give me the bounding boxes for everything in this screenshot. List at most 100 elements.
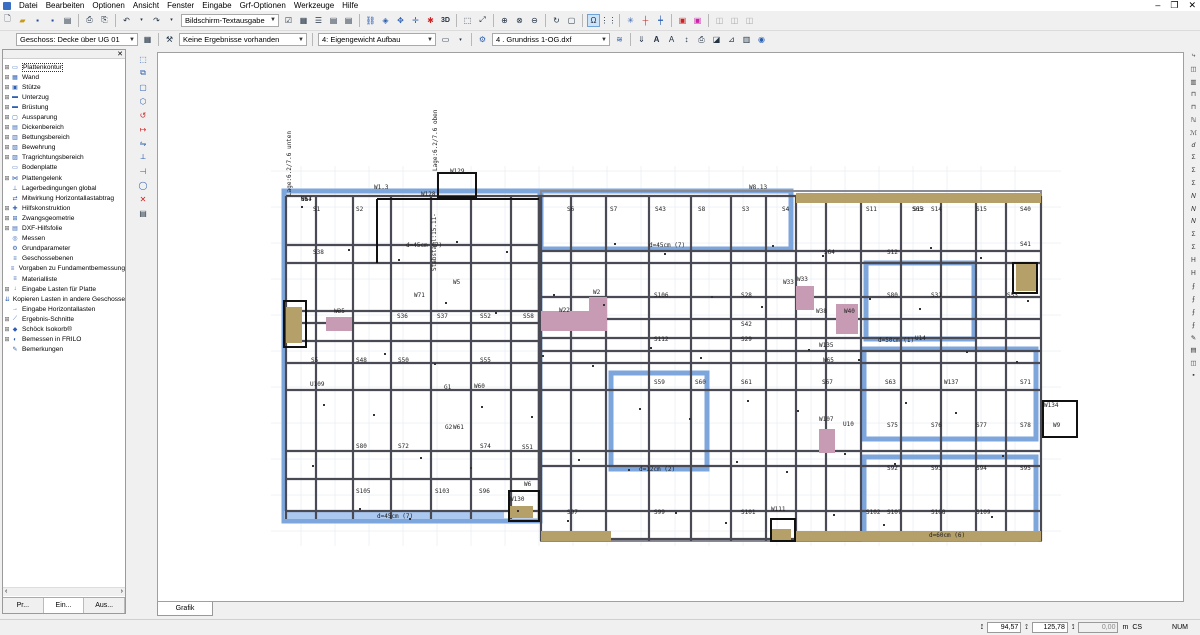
report-icon[interactable]: ▤ (342, 14, 355, 27)
expand-icon[interactable]: ⊞ (3, 316, 11, 323)
tree-item[interactable]: ◎ Messen (3, 234, 125, 244)
export-icon[interactable]: ▤ (61, 14, 74, 27)
tree-item[interactable]: ⊞ ▬ Brüstung (3, 102, 125, 112)
disabled-tool-icon[interactable]: ◫ (728, 14, 741, 27)
expand-icon[interactable]: ⊞ (3, 144, 11, 151)
tool-extend-icon[interactable]: ⊣ (137, 165, 150, 178)
horizontal-scrollbar[interactable]: ‹ › (3, 587, 125, 596)
palette-tool-icon[interactable]: 𝑁 (1187, 218, 1200, 231)
tree-item[interactable]: ▭ Bodenplatte (3, 163, 125, 173)
fill-icon[interactable]: ◪ (710, 33, 723, 46)
tool-move-icon[interactable]: ↦ (137, 123, 150, 136)
output-view-select[interactable]: Bildschirm-Textausgabe ▼ (181, 13, 279, 27)
calculator-icon[interactable]: ▦ (141, 33, 154, 46)
expand-icon[interactable]: ⊞ (3, 336, 11, 343)
menu-eingabe[interactable]: Eingabe (198, 0, 235, 11)
menu-bearbeiten[interactable]: Bearbeiten (42, 0, 89, 11)
print-area-icon[interactable]: ⎙ (695, 33, 708, 46)
layer-pink-icon[interactable]: ▣ (691, 14, 704, 27)
palette-tool-icon[interactable]: ⤷ (1187, 52, 1200, 65)
palette-tool-icon[interactable]: ℳ (1187, 129, 1200, 142)
menu-grf-optionen[interactable]: Grf-Optionen (236, 0, 290, 11)
palette-tool-icon[interactable]: ⨍ (1187, 282, 1200, 295)
disabled-tool-icon[interactable]: ◫ (743, 14, 756, 27)
menu-datei[interactable]: Datei (15, 0, 42, 11)
marker-icon[interactable]: ◉ (755, 33, 768, 46)
tool-properties-icon[interactable]: ▤ (137, 207, 150, 220)
graphics-canvas[interactable]: W1.3 W8.13 W128 W129 S1 S2 S6 S7 S43 S8 S3 S4 d=45cm… (157, 52, 1184, 602)
disabled-tool-icon[interactable]: ◫ (713, 14, 726, 27)
expand-icon[interactable]: ⊞ (3, 74, 11, 81)
tool-frame-icon[interactable]: ▢ (137, 81, 150, 94)
tree-item[interactable]: ⊞ ▢ Aussparung (3, 112, 125, 122)
chart-icon[interactable]: ▥ (740, 33, 753, 46)
close-icon[interactable]: ✕ (117, 50, 123, 58)
refresh-icon[interactable]: ↻ (550, 14, 563, 27)
palette-tool-icon[interactable]: ⨍ (1187, 295, 1200, 308)
tree-item[interactable]: ⊞ ▧ Bewehrung (3, 143, 125, 153)
tab-input[interactable]: Ein... (43, 598, 85, 613)
undo-icon[interactable]: ↶ (120, 14, 133, 27)
expand-icon[interactable]: ⊞ (3, 326, 11, 333)
tree-item[interactable]: ≡ Vorgaben zu Fundamentbemessung (3, 264, 125, 274)
tree-item[interactable]: → Eingabe Horizontallasten (3, 304, 125, 314)
palette-tool-icon[interactable]: Σ (1187, 180, 1200, 193)
palette-tool-icon[interactable]: Ꮋ (1187, 270, 1200, 283)
palette-tool-icon[interactable]: Σ (1187, 231, 1200, 244)
print-preview-icon[interactable]: ⎘ (98, 14, 111, 27)
results-select[interactable]: Keine Ergebnisse vorhanden ▼ (179, 33, 307, 46)
floor-plan-drawing[interactable]: W1.3 W8.13 W128 W129 S1 S2 S6 S7 S43 S8 S3 S4 d=45cm… (158, 53, 1183, 601)
tree-item[interactable]: ⊞ ▤ DXF-Hilfsfolie (3, 224, 125, 234)
floor-select[interactable]: Geschoss: Decke über UG 01 ▼ (16, 33, 138, 46)
tree-item[interactable]: ⊞ ⟋ Ergebnis-Schnitte (3, 314, 125, 324)
tree-item[interactable]: ⊞ ▬ Unterzug (3, 92, 125, 102)
axis-icon[interactable]: ┼ (639, 14, 652, 27)
tool-copy-icon[interactable]: ⧉ (137, 67, 150, 80)
palette-tool-icon[interactable]: ✎ (1187, 334, 1200, 347)
expand-icon[interactable]: ⊞ (3, 94, 11, 101)
settings-gear-icon[interactable]: ⚙ (476, 33, 489, 46)
menu-werkzeuge[interactable]: Werkzeuge (290, 0, 338, 11)
chevron-left-icon[interactable]: ‹ (5, 588, 7, 596)
menu-optionen[interactable]: Optionen (88, 0, 128, 11)
menu-ansicht[interactable]: Ansicht (129, 0, 163, 11)
layers-icon[interactable]: ≋ (613, 33, 626, 46)
palette-tool-icon[interactable]: ℕ (1187, 116, 1200, 129)
palette-tool-icon[interactable]: 𝑑 (1187, 142, 1200, 155)
tool-split-icon[interactable]: ⟂ (137, 151, 150, 164)
crosshair-icon[interactable]: ✳ (624, 14, 637, 27)
list-icon[interactable]: ☰ (312, 14, 325, 27)
snap-icon[interactable]: Ω (587, 13, 600, 27)
tree-item[interactable]: ⊞ ▦ Wand (3, 72, 125, 82)
zoom-all-icon[interactable]: ⤢ (476, 14, 489, 27)
app-icon[interactable] (3, 1, 11, 10)
tree-item[interactable]: ⇄ Mitwirkung Horizontallastabtrag (3, 193, 125, 203)
restore-icon[interactable]: ❐ (1170, 0, 1178, 11)
palette-tool-icon[interactable]: Ꮋ (1187, 257, 1200, 270)
tree-item[interactable]: ⊞ ▣ Stütze (3, 82, 125, 92)
dimension-icon[interactable]: ┿ (654, 14, 667, 27)
pan-icon[interactable]: ✥ (394, 14, 407, 27)
zoom-out-icon[interactable]: ⊖ (528, 14, 541, 27)
palette-tool-icon[interactable]: ⨍ (1187, 308, 1200, 321)
expand-icon[interactable]: ⊞ (3, 124, 11, 131)
redraw-icon[interactable]: ▢ (565, 14, 578, 27)
cursor-icon[interactable]: ✱ (424, 14, 437, 27)
expand-icon[interactable]: ⊞ (3, 154, 11, 161)
palette-tool-icon[interactable]: ⊓ (1187, 90, 1200, 103)
expand-icon[interactable]: ⊞ (3, 104, 11, 111)
tree-item[interactable]: ≡ Geschossebenen (3, 254, 125, 264)
tree-item[interactable]: ⊞ ↓ Eingabe Lasten für Platte (3, 284, 125, 294)
new-file-icon[interactable]: 🗋 (1, 14, 14, 27)
expand-icon[interactable]: ⊞ (3, 84, 11, 91)
tree-item[interactable]: ⊞ ▥ Bettungsbereich (3, 133, 125, 143)
expand-icon[interactable]: ⊞ (3, 64, 11, 71)
expand-icon[interactable]: ⊞ (3, 215, 11, 222)
redo-icon[interactable]: ↷ (150, 14, 163, 27)
palette-tool-icon[interactable]: ◫ (1187, 65, 1200, 78)
minimize-icon[interactable]: – (1155, 0, 1160, 11)
tree-item[interactable]: ⊞ ▤ Dickenbereich (3, 123, 125, 133)
check-icon[interactable]: ☑ (282, 14, 295, 27)
tab-project[interactable]: Pr... (3, 598, 44, 613)
palette-tool-icon[interactable]: 𝑁 (1187, 193, 1200, 206)
